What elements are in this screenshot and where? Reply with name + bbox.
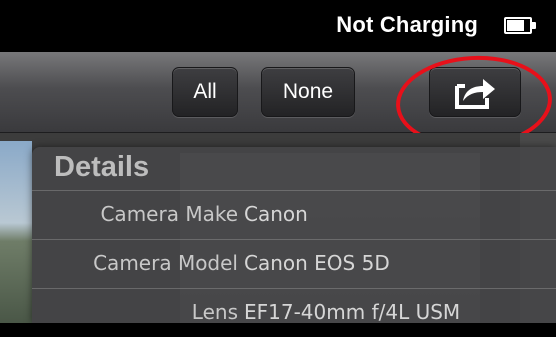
detail-value: EF17-40mm f/4L USM	[244, 300, 461, 324]
charging-status: Not Charging	[336, 12, 478, 37]
details-panel: Details Camera Make Canon Camera Model C…	[32, 147, 556, 324]
share-export-icon	[455, 79, 495, 109]
details-title: Details	[54, 151, 150, 183]
detail-row-camera-model: Camera Model Canon EOS 5D	[32, 239, 556, 288]
toolbar: All None	[0, 52, 556, 133]
detail-row-lens: Lens EF17-40mm f/4L USM	[32, 288, 556, 337]
photo-thumbnail	[0, 141, 32, 323]
detail-label: Camera Make	[100, 202, 238, 226]
detail-value: Canon EOS 5D	[244, 251, 390, 275]
detail-label: Camera Model	[93, 251, 238, 275]
detail-row-camera-make: Camera Make Canon	[32, 190, 556, 239]
select-none-button[interactable]: None	[261, 67, 355, 117]
select-all-button[interactable]: All	[172, 67, 238, 117]
share-button[interactable]	[429, 67, 521, 117]
detail-value: Canon	[244, 202, 308, 226]
status-bar: Not Charging	[0, 0, 556, 52]
detail-label: Lens	[191, 300, 238, 324]
battery-icon	[504, 17, 536, 34]
